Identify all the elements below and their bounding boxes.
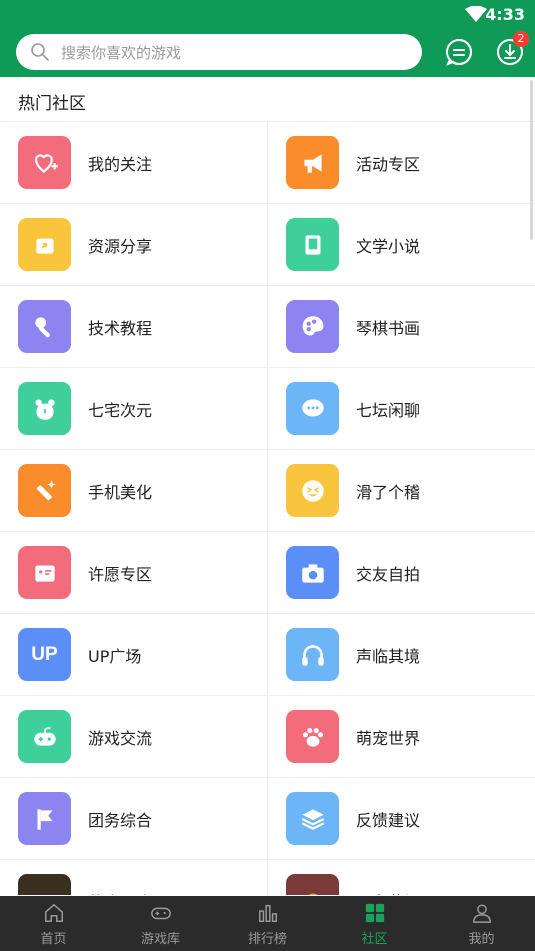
community-label: 活动专区 bbox=[356, 155, 421, 174]
paw-icon bbox=[286, 710, 339, 763]
gamepad-outline-icon bbox=[150, 907, 171, 920]
magic-pen-icon bbox=[18, 464, 71, 517]
community-item[interactable]: 交友自拍 bbox=[268, 532, 535, 613]
community-row: 游戏交流 萌宠世界 bbox=[0, 696, 535, 778]
community-row: 我的关注 活动专区 bbox=[0, 122, 535, 204]
community-row: 团务综合 反馈建议 bbox=[0, 778, 535, 860]
community-item[interactable]: 萌宠世界 bbox=[268, 696, 535, 777]
community-row: 资源分享 文学小说 bbox=[0, 204, 535, 286]
heart-plus-icon bbox=[18, 136, 71, 189]
bear-icon bbox=[18, 382, 71, 435]
section-title: 热门社区 bbox=[18, 94, 86, 114]
wifi-icon bbox=[465, 6, 487, 22]
community-item[interactable]: 使命召唤 bbox=[0, 860, 268, 895]
community-label: 滑了个稽 bbox=[356, 483, 421, 502]
community-label: 资源分享 bbox=[88, 237, 153, 256]
rank-bars-icon bbox=[258, 904, 277, 922]
layers-icon bbox=[286, 792, 339, 845]
scrollbar[interactable] bbox=[530, 80, 533, 240]
community-row: 使命召唤 王者荣耀 bbox=[0, 860, 535, 895]
up-text-icon: UP bbox=[18, 628, 71, 681]
community-label: 团务综合 bbox=[88, 811, 153, 830]
community-label: 技术教程 bbox=[88, 319, 153, 338]
nav-label: 社区 bbox=[361, 932, 388, 947]
community-item[interactable]: 许愿专区 bbox=[0, 532, 268, 613]
community-item[interactable]: 我的关注 bbox=[0, 122, 268, 203]
palette-icon bbox=[286, 300, 339, 353]
community-item[interactable]: 游戏交流 bbox=[0, 696, 268, 777]
nav-item[interactable]: 社区 bbox=[321, 896, 428, 951]
nav-item[interactable]: 我的 bbox=[428, 896, 535, 951]
gamepad-icon bbox=[18, 710, 71, 763]
community-item[interactable]: 滑了个稽 bbox=[268, 450, 535, 531]
community-label: 七宅次元 bbox=[88, 401, 153, 420]
community-item[interactable]: 活动专区 bbox=[268, 122, 535, 203]
laugh-face-icon bbox=[286, 464, 339, 517]
community-item[interactable]: 反馈建议 bbox=[268, 778, 535, 859]
community-label: 王者荣耀 bbox=[356, 889, 420, 895]
community-item[interactable]: 手机美化 bbox=[0, 450, 268, 531]
search-icon bbox=[31, 43, 49, 61]
nav-label: 我的 bbox=[468, 932, 495, 947]
community-item[interactable]: 文学小说 bbox=[268, 204, 535, 285]
nav-item[interactable]: 游戏库 bbox=[107, 896, 214, 951]
community-item[interactable]: 琴棋书画 bbox=[268, 286, 535, 367]
grid-icon bbox=[365, 903, 384, 923]
nav-label: 游戏库 bbox=[140, 932, 180, 947]
community-row: UP UP广场 声临其境 bbox=[0, 614, 535, 696]
nav-item[interactable]: 首页 bbox=[0, 896, 107, 951]
home-icon bbox=[44, 903, 63, 922]
community-label: 七坛闲聊 bbox=[356, 401, 421, 420]
community-item[interactable]: 七坛闲聊 bbox=[268, 368, 535, 449]
wrench-icon bbox=[18, 300, 71, 353]
community-label: 我的关注 bbox=[88, 155, 153, 174]
share-box-icon bbox=[18, 218, 71, 271]
community-label: 许愿专区 bbox=[88, 565, 153, 584]
flag-icon bbox=[18, 792, 71, 845]
message-button[interactable] bbox=[445, 38, 473, 66]
community-row: 技术教程 琴棋书画 bbox=[0, 286, 535, 368]
wish-card-icon bbox=[18, 546, 71, 599]
community-label: 使命召唤 bbox=[88, 889, 152, 895]
megaphone-icon bbox=[286, 136, 339, 189]
icon-text: UP bbox=[31, 643, 58, 665]
nav-item[interactable]: 排行榜 bbox=[214, 896, 321, 951]
book-icon bbox=[286, 218, 339, 271]
community-row: 手机美化 滑了个稽 bbox=[0, 450, 535, 532]
community-label: 声临其境 bbox=[356, 647, 421, 666]
status-bar: 4:33 bbox=[0, 0, 535, 28]
status-time: 4:33 bbox=[485, 5, 525, 24]
community-row: 七宅次元 七坛闲聊 bbox=[0, 368, 535, 450]
search-placeholder: 搜索你喜欢的游戏 bbox=[61, 44, 182, 62]
honor-of-kings-thumb-icon bbox=[286, 874, 339, 895]
community-item[interactable]: 团务综合 bbox=[0, 778, 268, 859]
community-label: 游戏交流 bbox=[88, 729, 153, 748]
nav-label: 首页 bbox=[40, 932, 67, 947]
community-label: 琴棋书画 bbox=[356, 319, 421, 338]
chat-bubble-icon bbox=[286, 382, 339, 435]
headphones-icon bbox=[286, 628, 339, 681]
community-label: 文学小说 bbox=[356, 237, 421, 256]
community-row: 许愿专区 交友自拍 bbox=[0, 532, 535, 614]
community-item[interactable]: UP UP广场 bbox=[0, 614, 268, 695]
download-badge: 2 bbox=[513, 31, 529, 47]
nav-label: 排行榜 bbox=[247, 932, 287, 947]
community-label: 反馈建议 bbox=[356, 811, 421, 830]
community-item[interactable]: 声临其境 bbox=[268, 614, 535, 695]
top-app-bar: 4:33 搜索你喜欢的游戏 2 bbox=[0, 0, 535, 77]
community-item[interactable]: 王者荣耀 bbox=[268, 860, 535, 895]
camera-icon bbox=[286, 546, 339, 599]
community-item[interactable]: 技术教程 bbox=[0, 286, 268, 367]
community-label: 萌宠世界 bbox=[356, 729, 421, 748]
call-of-duty-thumb-icon bbox=[18, 874, 71, 895]
bottom-navigation: 首页 游戏库 排行榜 社区 我的 bbox=[0, 896, 535, 951]
community-label: UP广场 bbox=[88, 647, 142, 666]
user-icon bbox=[472, 904, 491, 923]
community-item[interactable]: 资源分享 bbox=[0, 204, 268, 285]
community-item[interactable]: 七宅次元 bbox=[0, 368, 268, 449]
search-input[interactable]: 搜索你喜欢的游戏 bbox=[16, 34, 422, 70]
community-label: 交友自拍 bbox=[356, 565, 421, 584]
community-grid: 我的关注 活动专区资源分享 文学小说技术教程 琴棋书画七宅次元 七坛闲聊手机美化 滑了个稽… bbox=[0, 122, 535, 895]
community-label: 手机美化 bbox=[88, 483, 153, 502]
